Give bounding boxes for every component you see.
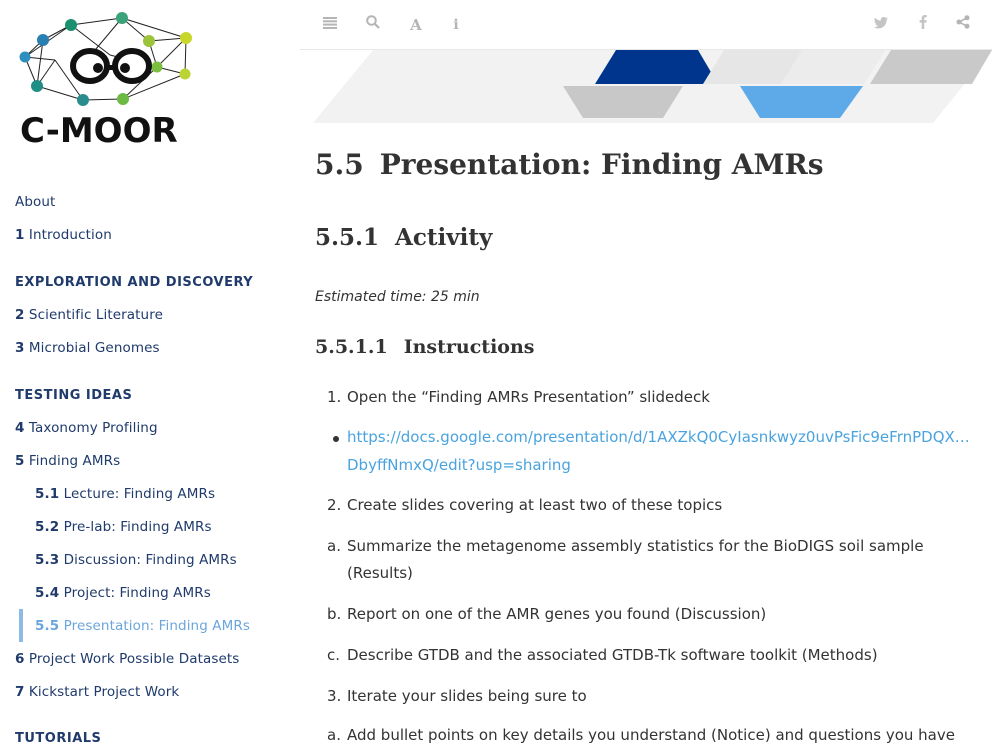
list-marker: b. <box>327 605 342 623</box>
list-item: Open the “Finding AMRs Presentation” sli… <box>347 388 710 406</box>
list-marker: a. <box>327 537 341 555</box>
header-banner <box>313 50 992 123</box>
toc-part-tutorials: TUTORIALS <box>15 731 102 744</box>
toc-item-project[interactable]: 5.4 Project: Finding AMRs <box>35 585 211 601</box>
list-marker: 1. <box>327 388 342 406</box>
subsection-heading-instructions: 5.5.1.1 Instructions <box>315 336 535 358</box>
active-indicator <box>19 609 23 642</box>
menu-icon[interactable] <box>319 14 341 36</box>
list-item: Summarize the metagenome assembly statis… <box>347 537 924 555</box>
sidebar: C-MOOR About 1 Introduction EXPLORATION … <box>0 0 300 744</box>
list-marker: c. <box>327 646 341 664</box>
toc-item-scientific-literature[interactable]: 2 Scientific Literature <box>15 307 163 323</box>
toc-item-kickstart-project[interactable]: 7 Kickstart Project Work <box>15 684 179 700</box>
logo-text: C-MOOR <box>20 111 178 151</box>
list-item: Report on one of the AMR genes you found… <box>347 605 767 623</box>
twitter-icon[interactable] <box>870 14 892 36</box>
c-moor-logo[interactable]: C-MOOR <box>15 10 210 155</box>
list-marker: 2. <box>327 496 342 514</box>
toc-part-exploration: EXPLORATION AND DISCOVERY <box>15 275 254 290</box>
list-item: Iterate your slides being sure to <box>347 687 587 705</box>
estimated-time: Estimated time: 25 min <box>315 289 480 305</box>
bullet-dot <box>333 436 339 442</box>
list-item: Describe GTDB and the associated GTDB-Tk… <box>347 646 878 664</box>
facebook-icon[interactable] <box>912 14 934 36</box>
share-icon[interactable] <box>952 14 974 36</box>
top-toolbar: A i <box>300 0 992 50</box>
list-marker: 3. <box>327 687 342 705</box>
list-item-continued: (Results) <box>347 564 413 582</box>
list-item: Add bullet points on key details you und… <box>347 726 955 744</box>
toc-item-presentation[interactable]: 5.5 Presentation: Finding AMRs <box>35 618 250 634</box>
toc-item-finding-amrs[interactable]: 5 Finding AMRs <box>15 453 120 469</box>
slidedeck-link[interactable]: https://docs.google.com/presentation/d/1… <box>347 424 970 451</box>
list-marker: a. <box>327 726 341 744</box>
slidedeck-link-continued[interactable]: DbyffNmxQ/edit?usp=sharing <box>347 452 571 479</box>
font-icon[interactable]: A <box>405 14 427 36</box>
list-item: Create slides covering at least two of t… <box>347 496 723 514</box>
toc-item-microbial-genomes[interactable]: 3 Microbial Genomes <box>15 340 160 356</box>
toc-item-discussion[interactable]: 5.3 Discussion: Finding AMRs <box>35 552 237 568</box>
page-title: 5.5 Presentation: Finding AMRs <box>315 148 824 181</box>
toc-part-testing-ideas: TESTING IDEAS <box>15 388 133 403</box>
info-icon[interactable]: i <box>445 14 467 36</box>
section-heading-activity: 5.5.1 Activity <box>315 224 493 251</box>
toc-item-about[interactable]: About <box>15 194 55 210</box>
toc-item-project-work-datasets[interactable]: 6 Project Work Possible Datasets <box>15 651 239 667</box>
toc-item-lecture[interactable]: 5.1 Lecture: Finding AMRs <box>35 486 215 502</box>
search-icon[interactable] <box>362 14 384 36</box>
toc-item-taxonomy-profiling[interactable]: 4 Taxonomy Profiling <box>15 420 158 436</box>
toc-item-pre-lab[interactable]: 5.2 Pre-lab: Finding AMRs <box>35 519 212 535</box>
toc-item-introduction[interactable]: 1 Introduction <box>15 227 112 243</box>
